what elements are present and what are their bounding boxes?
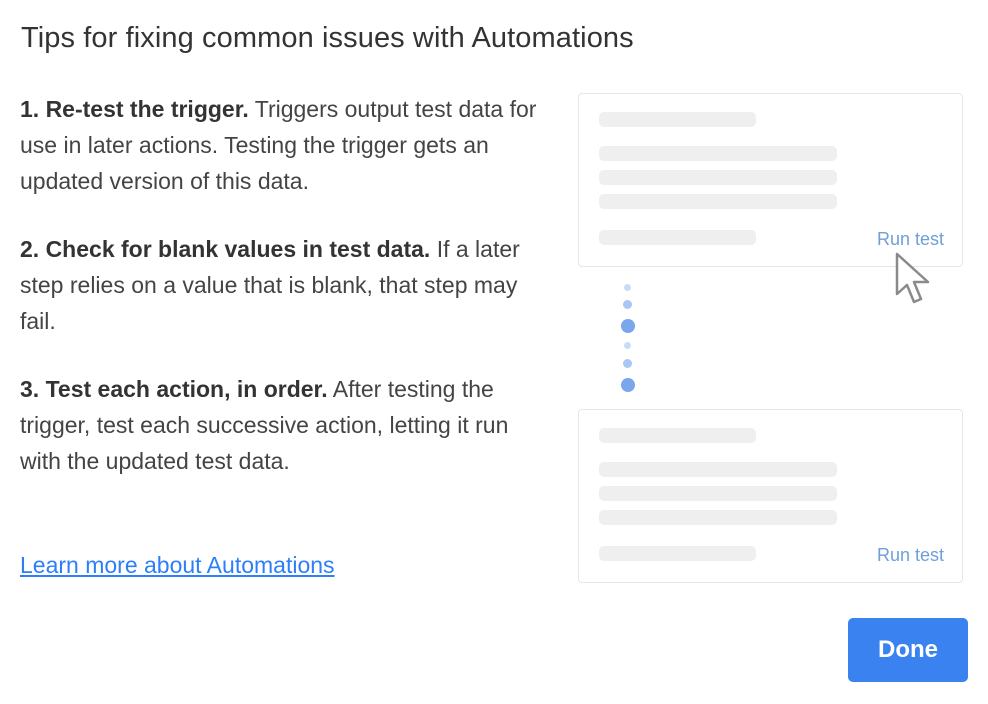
connector-dot: [621, 378, 635, 392]
tip-title: 3. Test each action, in order.: [20, 376, 328, 402]
placeholder-bar: [599, 146, 837, 161]
dialog-title: Tips for fixing common issues with Autom…: [21, 22, 634, 54]
run-test-link[interactable]: Run test: [877, 545, 944, 566]
tips-dialog: Tips for fixing common issues with Autom…: [0, 0, 988, 704]
trigger-card-illustration: Run test: [578, 93, 963, 267]
tip-item: 1. Re-test the trigger. Triggers output …: [20, 91, 545, 199]
connector-dot: [623, 300, 632, 309]
connector-dot: [624, 284, 631, 291]
run-test-link[interactable]: Run test: [877, 229, 944, 250]
placeholder-bar: [599, 112, 756, 127]
learn-more-link[interactable]: Learn more about Automations: [20, 549, 335, 581]
placeholder-bar: [599, 546, 756, 561]
tip-item: 2. Check for blank values in test data. …: [20, 231, 545, 339]
placeholder-bar: [599, 462, 837, 477]
action-card-illustration: Run test: [578, 409, 963, 583]
placeholder-bar: [599, 510, 837, 525]
done-button[interactable]: Done: [848, 618, 968, 682]
connector-dot: [623, 359, 632, 368]
placeholder-bar: [599, 486, 837, 501]
placeholder-bar: [599, 230, 756, 245]
connector-dot: [624, 342, 631, 349]
tip-item: 3. Test each action, in order. After tes…: [20, 371, 545, 479]
placeholder-bar: [599, 194, 837, 209]
pointer-cursor-icon: [895, 252, 930, 304]
placeholder-bar: [599, 428, 756, 443]
tip-title: 1. Re-test the trigger.: [20, 96, 249, 122]
placeholder-bar: [599, 170, 837, 185]
tip-title: 2. Check for blank values in test data.: [20, 236, 431, 262]
connector-dot: [621, 319, 635, 333]
tips-list: 1. Re-test the trigger. Triggers output …: [20, 91, 545, 511]
